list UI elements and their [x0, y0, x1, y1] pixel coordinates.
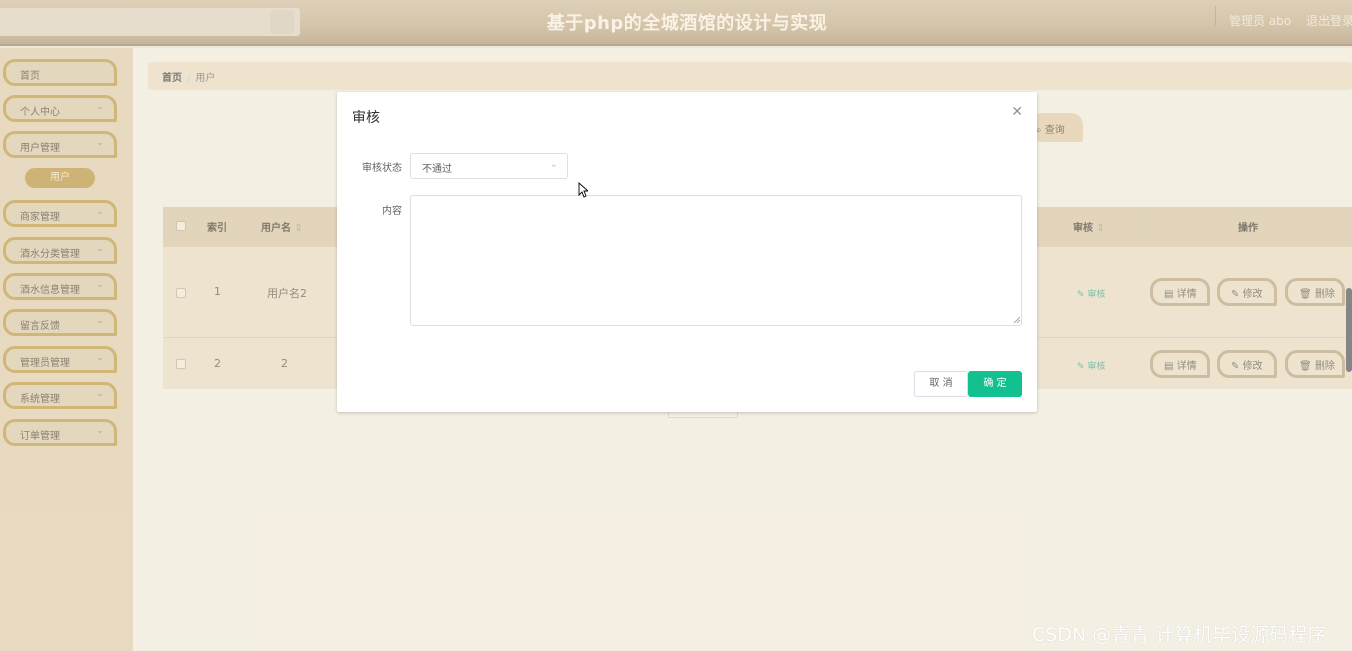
resize-grip-icon[interactable]: [1013, 316, 1021, 324]
audit-dialog: 审核 ✕ 审核状态 不通过 ⌄ 内容 取 消 确 定: [337, 92, 1037, 412]
content-textarea[interactable]: [410, 195, 1022, 326]
content-label: 内容: [382, 206, 402, 217]
dialog-title: 审核: [352, 110, 380, 126]
close-icon[interactable]: ✕: [1011, 104, 1023, 120]
audit-status-label: 审核状态: [362, 163, 402, 174]
mouse-cursor-icon: [578, 182, 588, 198]
watermark-text: CSDN @青青 计算机毕设源码程序: [1032, 624, 1327, 646]
cancel-button[interactable]: 取 消: [914, 371, 968, 397]
confirm-button[interactable]: 确 定: [968, 371, 1022, 397]
audit-status-select[interactable]: 不通过 ⌄: [410, 153, 568, 179]
chevron-down-icon: ⌄: [549, 159, 558, 170]
audit-status-value: 不通过: [422, 164, 452, 175]
